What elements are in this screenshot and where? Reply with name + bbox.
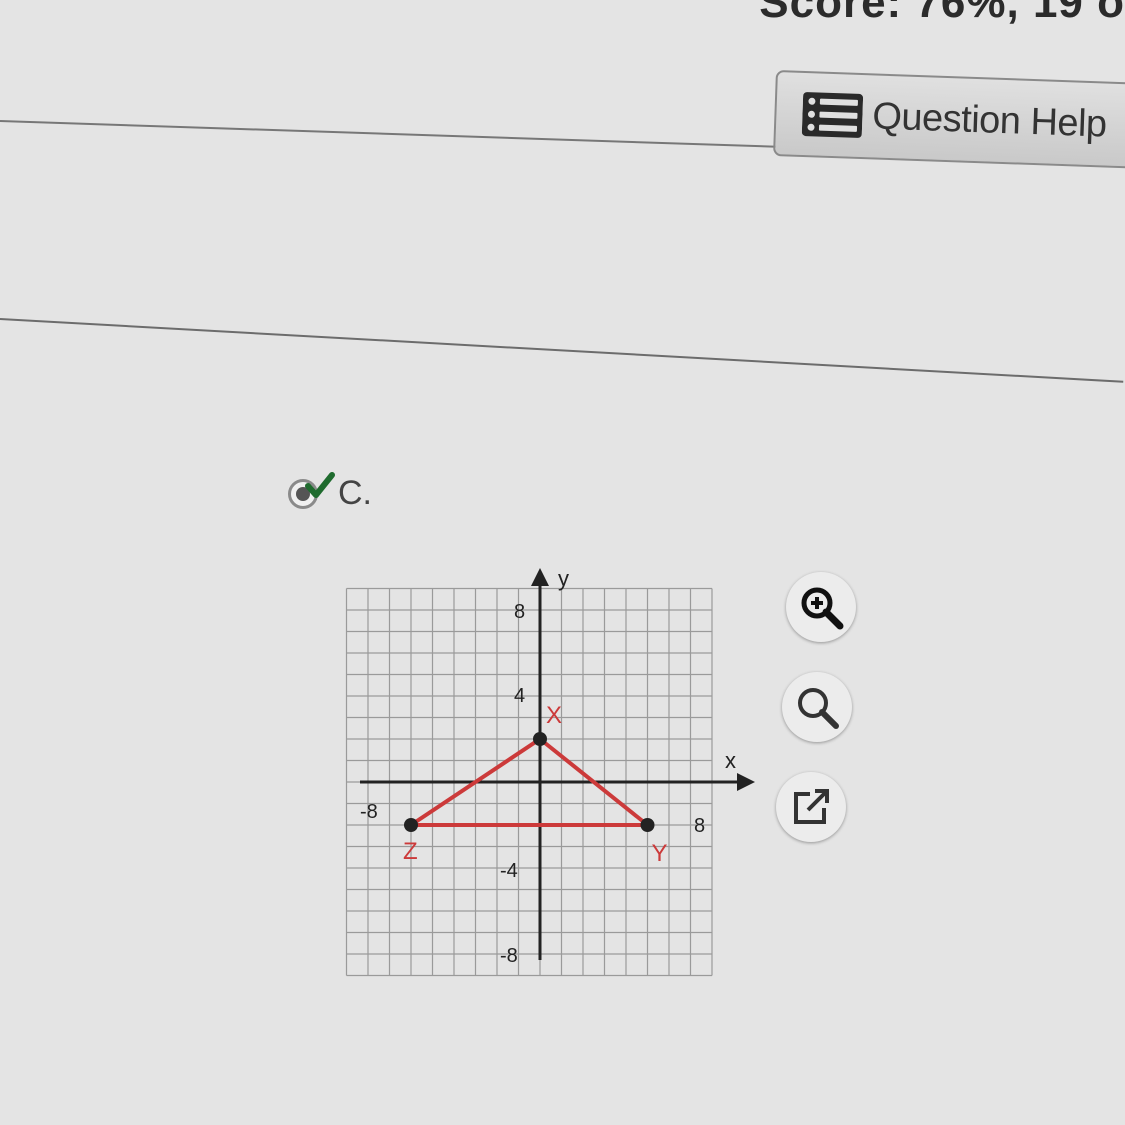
vertex-point-z: [404, 818, 418, 832]
y-axis-label: y: [558, 566, 569, 591]
list-icon: [801, 92, 864, 138]
checkmark-icon: [305, 471, 335, 498]
zoom-out-button[interactable]: [782, 672, 852, 742]
score-text: Score: 76%, 19 o: [759, 0, 1125, 27]
vertex-label-x: X: [546, 702, 562, 729]
radio-button[interactable]: [288, 471, 335, 509]
y-axis-arrow: [531, 568, 549, 586]
vertex-label-z: Z: [403, 838, 418, 865]
tick-label-y-pos8: 8: [514, 601, 525, 623]
tick-label-x-neg8: -8: [360, 801, 378, 823]
triangle-xyz: X Y Z: [403, 702, 668, 867]
coordinate-graph: x y -8 8 8 4 -4 -8 X Y Z: [345, 566, 755, 977]
tick-label-y-neg4: -4: [500, 860, 518, 882]
question-help-button[interactable]: Question Help: [772, 70, 1125, 170]
question-help-label: Question Help: [871, 94, 1108, 146]
zoom-in-icon: [801, 587, 844, 630]
zoom-in-button[interactable]: [786, 572, 856, 642]
section-divider: [0, 318, 1124, 383]
answer-option-c[interactable]: C.: [288, 471, 372, 513]
vertex-label-y: Y: [652, 840, 668, 867]
x-axis-label: x: [725, 748, 736, 773]
open-new-window-icon: [794, 789, 829, 824]
option-letter: C.: [338, 474, 372, 512]
open-new-window-button[interactable]: [776, 772, 846, 842]
zoom-out-icon: [798, 688, 839, 729]
x-axis-arrow: [737, 773, 755, 791]
tick-label-y-neg8: -8: [500, 945, 518, 967]
tick-label-x-pos8: 8: [694, 815, 705, 837]
vertex-point-x: [533, 732, 547, 746]
tick-label-y-pos4: 4: [514, 685, 525, 707]
vertex-point-y: [640, 818, 655, 832]
